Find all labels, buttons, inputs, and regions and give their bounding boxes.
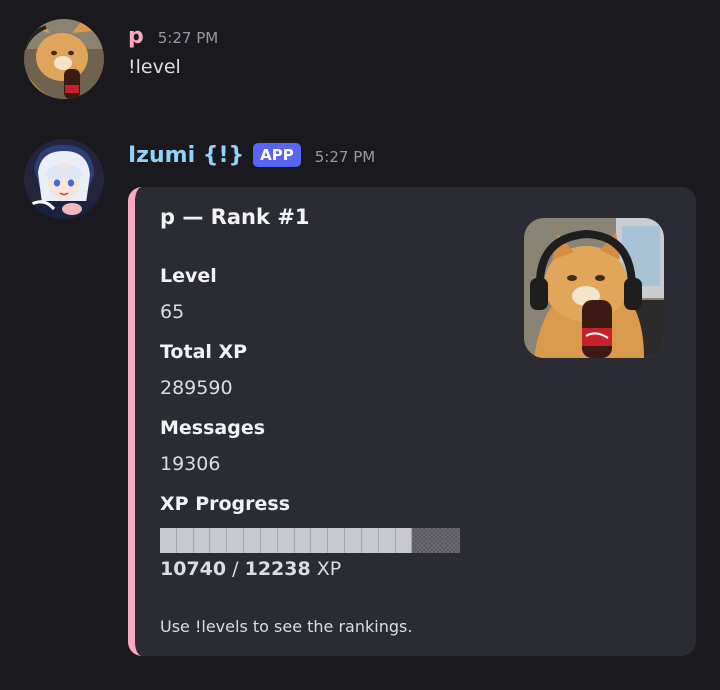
rank-embed: p — Rank #1 Level 65 Total XP 289590 Mes…	[128, 187, 696, 656]
field-level-value: 65	[160, 301, 185, 323]
xp-progress-text: 10740 / 12238 XP	[160, 558, 341, 580]
progress-segment-filled	[160, 528, 177, 553]
orange-cat-avatar-icon[interactable]	[24, 19, 104, 99]
field-xp-progress-name: XP Progress	[160, 493, 291, 515]
message-content: !level	[128, 56, 181, 78]
progress-segment-filled	[277, 528, 295, 553]
embed-footer-text: Use !levels to see the rankings.	[160, 617, 413, 636]
field-level-name: Level	[160, 265, 217, 287]
embed-title: p — Rank #1	[160, 205, 310, 229]
message-timestamp[interactable]: 5:27 PM	[315, 148, 375, 166]
xp-current-value: 10740	[160, 558, 227, 580]
orange-cat-headphones-thumbnail-icon[interactable]	[524, 218, 664, 358]
xp-separator: /	[226, 558, 245, 580]
progress-segment-filled	[193, 528, 211, 553]
field-total-xp-name: Total XP	[160, 341, 248, 363]
progress-segment-filled	[260, 528, 278, 553]
progress-segment-filled	[294, 528, 312, 553]
progress-segment-empty	[412, 528, 429, 553]
xp-total-value: 12238	[244, 558, 311, 580]
progress-segment-filled	[227, 528, 245, 553]
field-total-xp-value: 289590	[160, 377, 233, 399]
progress-segment-filled	[328, 528, 346, 553]
progress-segment-empty	[444, 528, 460, 553]
xp-progress-bar	[160, 528, 460, 553]
progress-segment-empty	[428, 528, 445, 553]
progress-segment-filled	[395, 528, 413, 553]
message-header: Izumi {!} APP 5:27 PM	[128, 143, 375, 169]
progress-segment-filled	[210, 528, 228, 553]
progress-segment-filled	[176, 528, 194, 553]
progress-segment-filled	[244, 528, 261, 553]
field-messages-value: 19306	[160, 453, 221, 475]
xp-unit: XP	[310, 558, 342, 580]
progress-segment-filled	[345, 528, 362, 553]
progress-segment-filled	[361, 528, 379, 553]
author-name[interactable]: Izumi {!}	[128, 143, 244, 168]
message-header: p 5:27 PM	[128, 24, 218, 49]
message-timestamp[interactable]: 5:27 PM	[158, 29, 218, 47]
author-name[interactable]: p	[128, 24, 144, 49]
anime-girl-avatar-icon[interactable]	[24, 139, 104, 219]
field-messages-name: Messages	[160, 417, 266, 439]
app-badge: APP	[253, 143, 301, 167]
progress-segment-filled	[311, 528, 329, 553]
progress-segment-filled	[378, 528, 396, 553]
